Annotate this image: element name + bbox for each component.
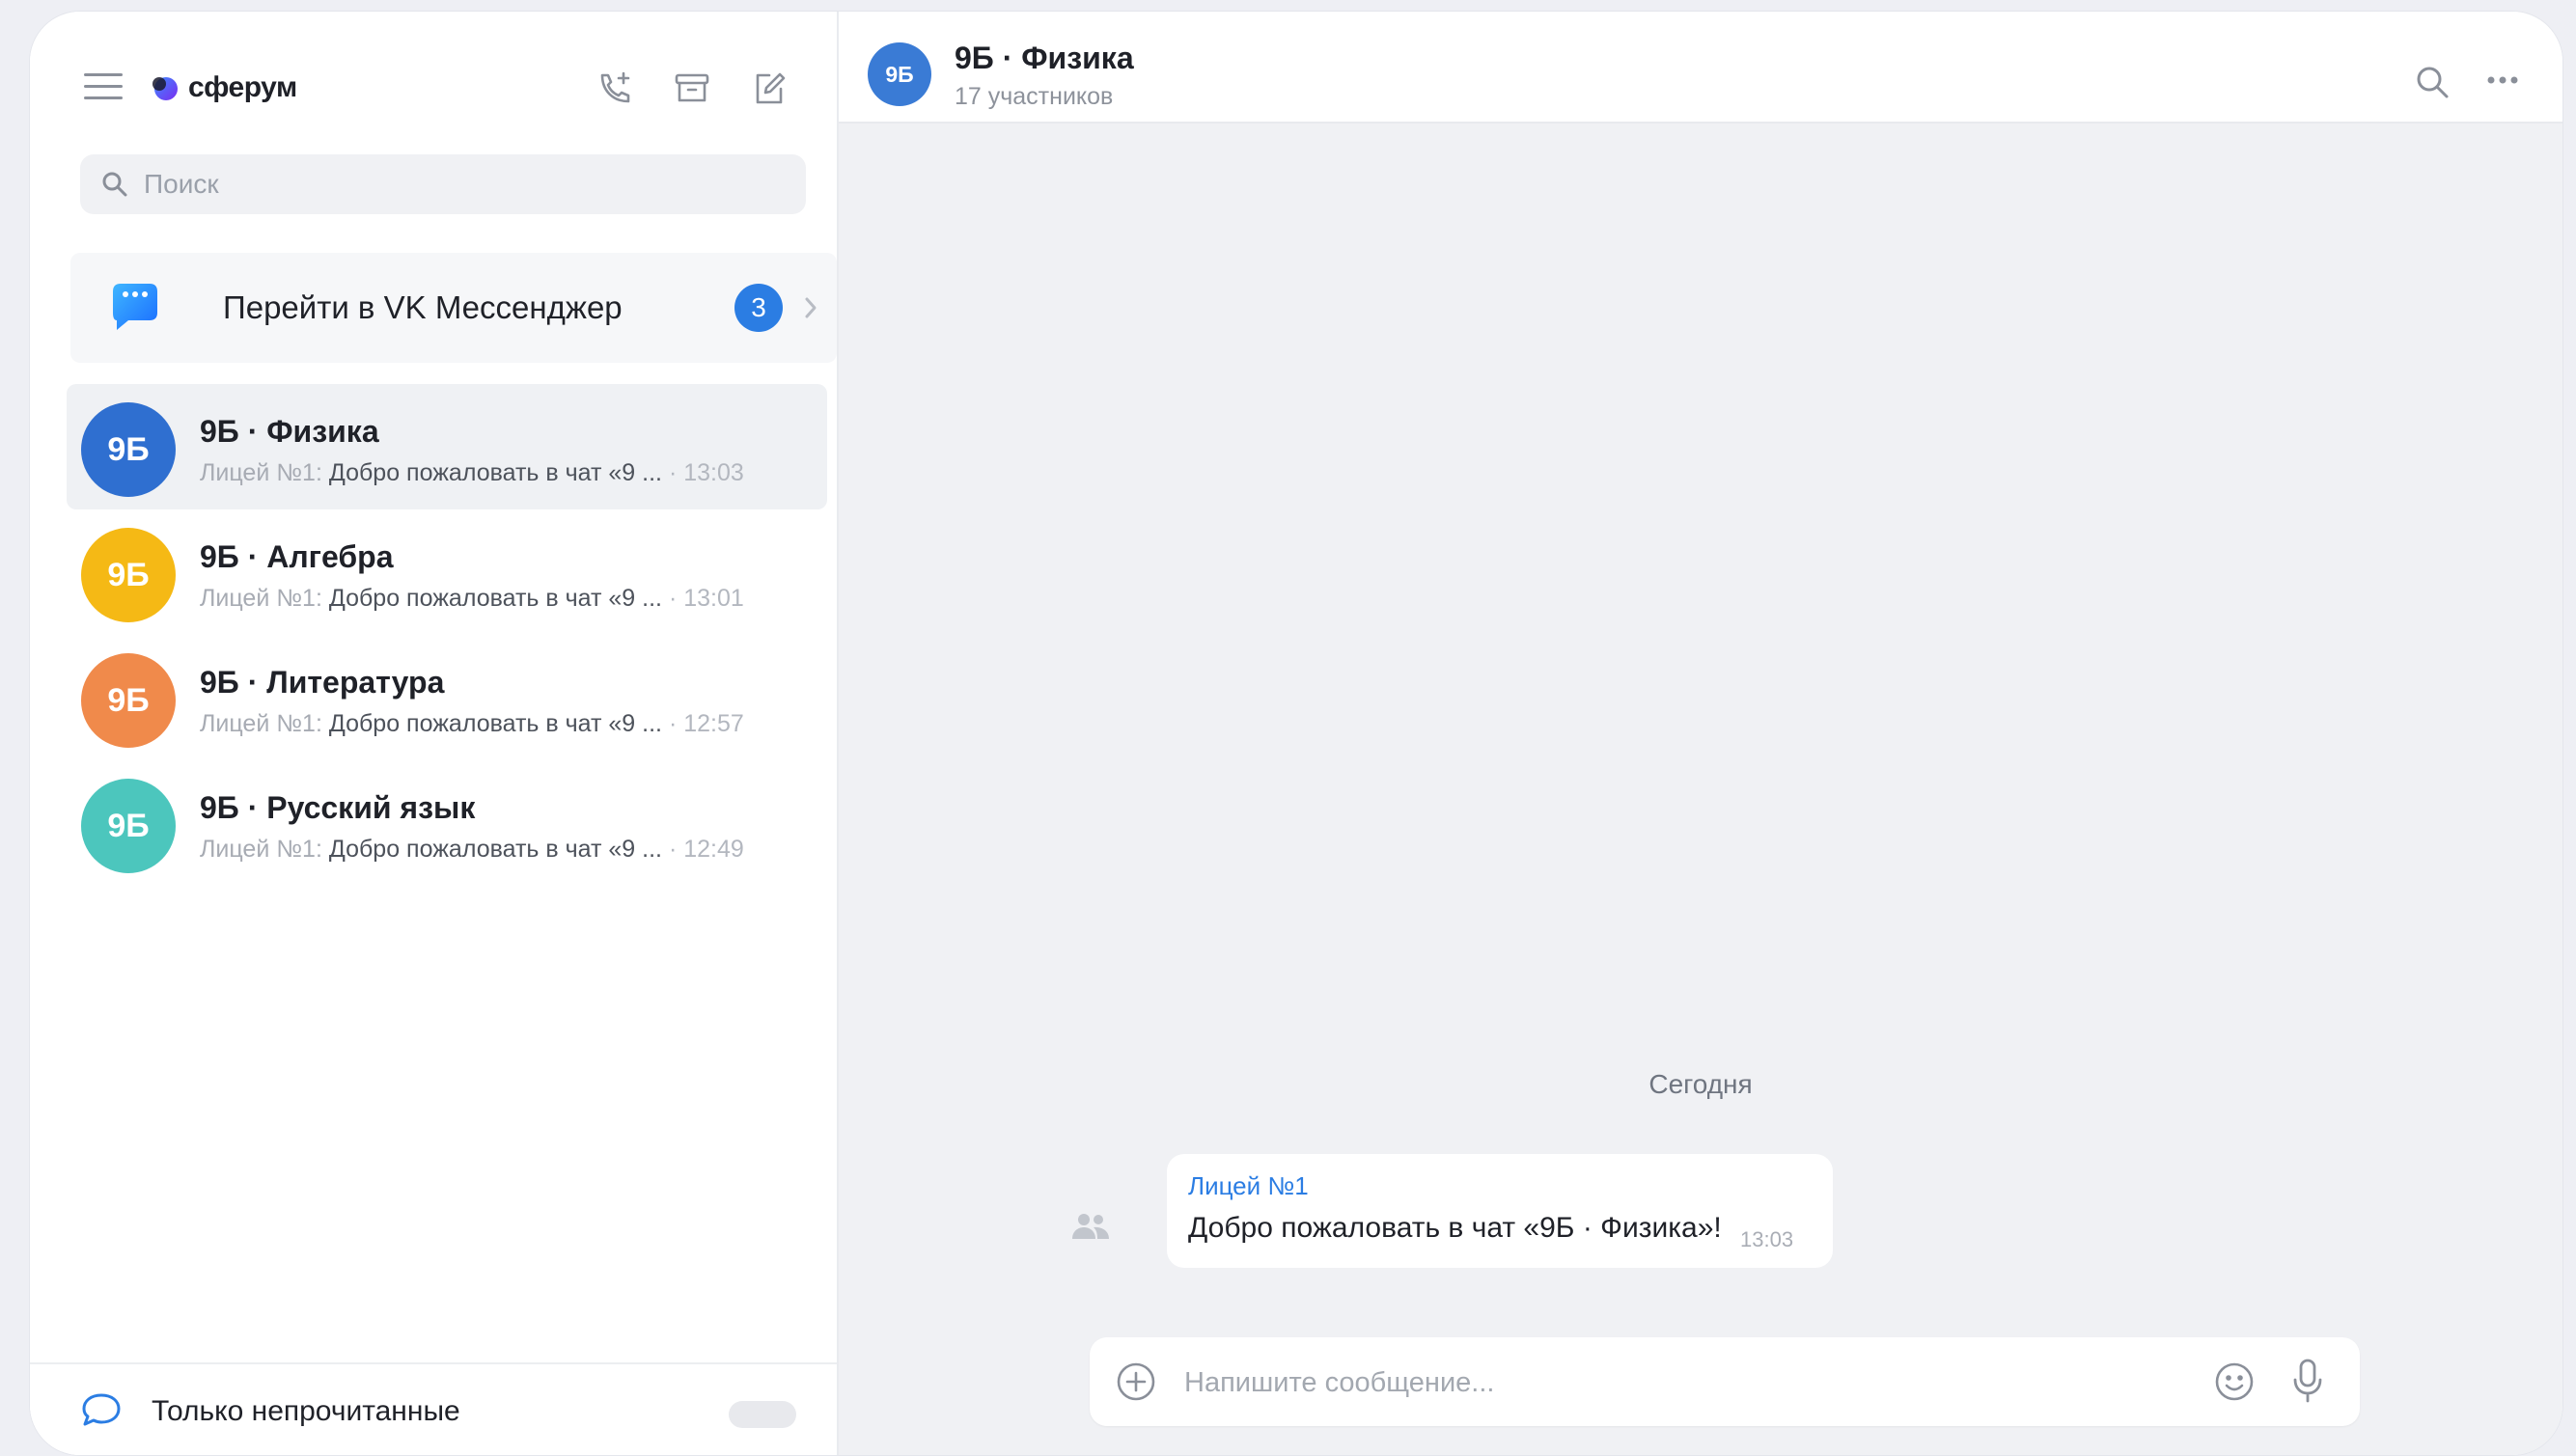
unread-only-label: Только непрочитанные xyxy=(152,1395,460,1427)
chat-title: 9Б · Физика xyxy=(200,414,379,449)
chat-list-item[interactable]: 9Б 9Б · Русский язык Лицей №1: Добро пожал… xyxy=(30,760,837,886)
chat-preview: Лицей №1: Добро пожаловать в чат «9 ... … xyxy=(200,836,744,864)
sidebar: сферум Поиск Перейти в VK Мессенджер 3 9… xyxy=(30,12,839,1455)
menu-icon[interactable] xyxy=(84,73,123,102)
preview-text: Добро пожаловать в чат «9 ... xyxy=(328,585,662,612)
preview-time: · 13:03 xyxy=(668,459,744,486)
unread-count-badge: 3 xyxy=(734,284,783,332)
archive-icon[interactable] xyxy=(671,68,713,110)
search-icon xyxy=(102,172,127,197)
preview-text: Добро пожаловать в чат «9 ... xyxy=(328,710,662,737)
chat-title: 9Б · Литература xyxy=(200,665,445,700)
preview-sender: Лицей №1: xyxy=(200,710,322,737)
vk-banner-label: Перейти в VK Мессенджер xyxy=(223,289,623,325)
preview-text: Добро пожаловать в чат «9 ... xyxy=(328,459,662,486)
chat-title: 9Б · Русский язык xyxy=(200,790,476,825)
chat-avatar: 9Б xyxy=(81,402,176,497)
more-icon[interactable] xyxy=(2483,66,2522,95)
preview-sender: Лицей №1: xyxy=(200,459,322,486)
chat-pane: 9Б 9Б · Физика 17 участников Сегодня Лиц… xyxy=(839,12,2562,1455)
chat-title[interactable]: 9Б · Физика xyxy=(955,41,1134,76)
chat-avatar: 9Б xyxy=(81,528,176,622)
chat-header: 9Б 9Б · Физика 17 участников xyxy=(839,12,2562,124)
microphone-icon[interactable] xyxy=(2290,1357,2325,1405)
chat-avatar: 9Б xyxy=(81,779,176,873)
chat-avatar: 9Б xyxy=(81,653,176,748)
message-composer xyxy=(1090,1337,2360,1426)
logo-text: сферум xyxy=(188,71,297,103)
preview-sender: Лицей №1: xyxy=(200,585,322,612)
app-window: сферум Поиск Перейти в VK Мессенджер 3 9… xyxy=(30,12,2562,1455)
message-sender[interactable]: Лицей №1 xyxy=(1188,1171,1309,1201)
preview-time: · 12:57 xyxy=(668,710,744,737)
chat-preview: Лицей №1: Добро пожаловать в чат «9 ... … xyxy=(200,710,744,738)
chevron-right-icon xyxy=(805,297,817,318)
message-time: 13:03 xyxy=(1740,1227,1794,1251)
sidebar-header: сферум xyxy=(30,12,837,147)
vk-messenger-icon xyxy=(113,284,157,330)
preview-text: Добро пожаловать в чат «9 ... xyxy=(328,836,662,863)
chat-members-count: 17 участников xyxy=(955,83,1114,110)
preview-time: · 12:49 xyxy=(668,836,744,863)
search-input[interactable] xyxy=(142,168,773,201)
vk-messenger-banner[interactable]: Перейти в VK Мессенджер 3 xyxy=(70,253,837,363)
message-input[interactable] xyxy=(1182,1359,2151,1407)
chat-list-item[interactable]: 9Б 9Б · Алгебра Лицей №1: Добро пожаловать… xyxy=(30,509,837,635)
sferum-logo-icon xyxy=(152,77,178,100)
message-bubble[interactable]: Лицей №1 Добро пожаловать в чат «9Б · Фи… xyxy=(1167,1154,1833,1268)
new-call-icon[interactable] xyxy=(594,68,636,110)
attach-icon[interactable] xyxy=(1115,1360,1157,1403)
chat-title: 9Б · Алгебра xyxy=(200,539,394,574)
chat-list-item[interactable]: 9Б 9Б · Физика Лицей №1: Добро пожаловать … xyxy=(67,384,827,509)
unread-chat-icon xyxy=(82,1393,121,1426)
preview-time: · 13:01 xyxy=(668,585,744,612)
sidebar-footer: Только непрочитанные xyxy=(30,1362,837,1455)
search-field[interactable] xyxy=(80,154,806,214)
search-icon[interactable] xyxy=(2412,62,2452,102)
emoji-icon[interactable] xyxy=(2213,1360,2256,1403)
compose-icon[interactable] xyxy=(748,68,790,110)
logo: сферум xyxy=(150,71,297,104)
chat-preview: Лицей №1: Добро пожаловать в чат «9 ... … xyxy=(200,585,744,613)
preview-sender: Лицей №1: xyxy=(200,836,322,863)
message-text: Добро пожаловать в чат «9Б · Физика»! xyxy=(1188,1212,1722,1244)
community-icon xyxy=(1072,1214,1109,1239)
chat-avatar[interactable]: 9Б xyxy=(868,42,931,106)
date-separator: Сегодня xyxy=(1648,1069,1753,1099)
chat-preview: Лицей №1: Добро пожаловать в чат «9 ... … xyxy=(200,459,744,487)
chat-list-item[interactable]: 9Б 9Б · Литература Лицей №1: Добро пожалов… xyxy=(30,635,837,760)
chat-list: 9Б 9Б · Физика Лицей №1: Добро пожаловать … xyxy=(30,384,837,886)
unread-only-toggle[interactable] xyxy=(729,1401,796,1428)
